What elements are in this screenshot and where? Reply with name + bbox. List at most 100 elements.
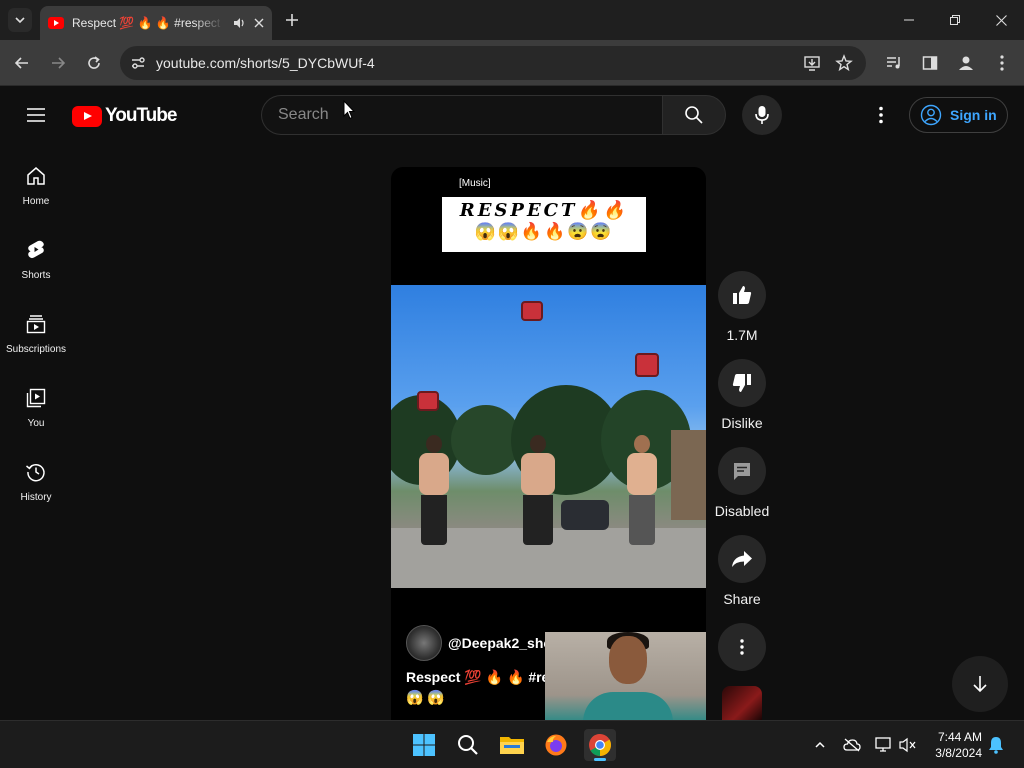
bookmark-button[interactable] xyxy=(832,51,856,75)
site-settings-icon[interactable] xyxy=(130,55,146,71)
chevron-up-icon xyxy=(814,739,826,751)
reload-icon xyxy=(86,55,102,71)
sidebar-item-label: Home xyxy=(22,196,50,207)
search-icon xyxy=(457,734,479,756)
comments-button[interactable]: Disabled xyxy=(714,447,770,519)
browser-menu-button[interactable] xyxy=(990,51,1014,75)
person-image xyxy=(419,435,449,545)
share-circle[interactable] xyxy=(718,535,766,583)
video-frame[interactable] xyxy=(391,285,706,588)
like-circle[interactable] xyxy=(718,271,766,319)
channel-avatar[interactable] xyxy=(406,625,442,661)
sign-in-label: Sign in xyxy=(950,107,997,123)
more-actions-button[interactable] xyxy=(718,623,766,671)
new-tab-button[interactable] xyxy=(282,10,302,30)
plus-icon xyxy=(285,13,299,27)
caption-line-2: 😱😱🔥🔥😨😨 xyxy=(474,222,614,241)
notifications-button[interactable] xyxy=(986,735,1006,755)
shorts-player[interactable]: [Music] RESPECT🔥🔥 😱😱🔥🔥😨😨 @Deepak2_short … xyxy=(391,167,706,720)
dislike-button[interactable]: Dislike xyxy=(718,359,766,431)
file-explorer-button[interactable] xyxy=(496,729,528,761)
dislike-circle[interactable] xyxy=(718,359,766,407)
close-icon xyxy=(995,14,1007,26)
reload-button[interactable] xyxy=(82,51,106,75)
cloud-off-icon xyxy=(843,738,861,752)
kebab-menu-icon xyxy=(879,106,883,124)
side-panel-button[interactable] xyxy=(918,51,942,75)
sidebar-item-label: You xyxy=(27,418,45,429)
restore-button[interactable] xyxy=(932,0,978,40)
chrome-icon xyxy=(588,733,612,757)
mouse-cursor-icon xyxy=(343,99,356,125)
subscriptions-icon xyxy=(25,313,47,335)
speaker-icon[interactable] xyxy=(232,16,246,30)
like-button[interactable]: 1.7M xyxy=(718,271,766,343)
speaker-muted-icon xyxy=(899,737,917,753)
browser-tab-active[interactable]: Respect 💯 🔥 🔥 #respect #shorts xyxy=(40,6,272,40)
dislike-label: Dislike xyxy=(721,415,763,431)
firefox-icon xyxy=(544,733,568,757)
mini-guide: Home Shorts Subscriptions You History xyxy=(0,143,72,513)
back-button[interactable] xyxy=(10,51,34,75)
address-bar[interactable]: youtube.com/shorts/5_DYCbWUf-4 xyxy=(120,46,866,80)
close-window-button[interactable] xyxy=(978,0,1024,40)
profile-button[interactable] xyxy=(954,51,978,75)
settings-menu-button[interactable] xyxy=(869,103,893,127)
sandbag-image xyxy=(635,353,659,377)
voice-search-button[interactable] xyxy=(742,95,782,135)
side-panel-icon xyxy=(922,55,938,71)
show-hidden-icons-button[interactable] xyxy=(810,735,830,755)
house-image xyxy=(671,430,706,520)
channel-info[interactable]: @Deepak2_short xyxy=(406,625,562,661)
clock-date: 3/8/2024 xyxy=(935,746,982,760)
library-icon xyxy=(25,387,47,409)
start-button[interactable] xyxy=(408,729,440,761)
browser-tab-bar: Respect 💯 🔥 🔥 #respect #shorts xyxy=(0,0,1024,40)
youtube-favicon-icon xyxy=(48,17,64,29)
url-text: youtube.com/shorts/5_DYCbWUf-4 xyxy=(156,55,375,71)
comment-icon xyxy=(732,461,752,481)
sidebar-item-label: History xyxy=(20,492,52,503)
music-caption: [Music] xyxy=(459,178,491,189)
sidebar-item-label: Subscriptions xyxy=(5,344,67,355)
hamburger-icon xyxy=(24,103,48,127)
sidebar-item-shorts[interactable]: Shorts xyxy=(0,217,72,291)
system-clock[interactable]: 7:44 AM 3/8/2024 xyxy=(924,729,982,761)
sidebar-item-you[interactable]: You xyxy=(0,365,72,439)
media-controls-button[interactable] xyxy=(882,51,906,75)
arrow-down-icon xyxy=(970,674,990,694)
guide-menu-button[interactable] xyxy=(24,103,48,127)
arrow-left-icon xyxy=(14,55,30,71)
share-icon xyxy=(731,548,753,570)
search-button[interactable] xyxy=(662,95,726,135)
car-image xyxy=(561,500,609,530)
forward-button[interactable] xyxy=(46,51,70,75)
home-icon xyxy=(25,165,47,187)
chrome-button[interactable] xyxy=(584,729,616,761)
creator-overlay-video xyxy=(545,632,706,720)
comments-circle[interactable] xyxy=(718,447,766,495)
minimize-button[interactable] xyxy=(886,0,932,40)
thumbs-up-icon xyxy=(731,284,753,306)
share-button[interactable]: Share xyxy=(718,535,766,607)
tab-search-button[interactable] xyxy=(8,8,32,32)
volume-button[interactable] xyxy=(898,735,918,755)
firefox-button[interactable] xyxy=(540,729,572,761)
sidebar-item-home[interactable]: Home xyxy=(0,143,72,217)
youtube-logo[interactable]: YouTube xyxy=(72,105,177,127)
search-input[interactable]: Search xyxy=(261,95,663,135)
network-button[interactable] xyxy=(874,735,894,755)
arrow-right-icon xyxy=(50,55,66,71)
more-actions-circle[interactable] xyxy=(718,623,766,671)
next-video-button[interactable] xyxy=(952,656,1008,712)
taskbar-search-button[interactable] xyxy=(452,729,484,761)
onedrive-button[interactable] xyxy=(842,735,862,755)
comments-label: Disabled xyxy=(714,503,770,519)
sidebar-item-history[interactable]: History xyxy=(0,439,72,513)
sidebar-item-subscriptions[interactable]: Subscriptions xyxy=(0,291,72,365)
close-tab-icon[interactable] xyxy=(254,18,264,28)
install-app-button[interactable] xyxy=(800,51,824,75)
media-queue-icon xyxy=(885,54,903,72)
sound-thumbnail[interactable] xyxy=(722,686,762,720)
sign-in-button[interactable]: Sign in xyxy=(909,97,1008,133)
